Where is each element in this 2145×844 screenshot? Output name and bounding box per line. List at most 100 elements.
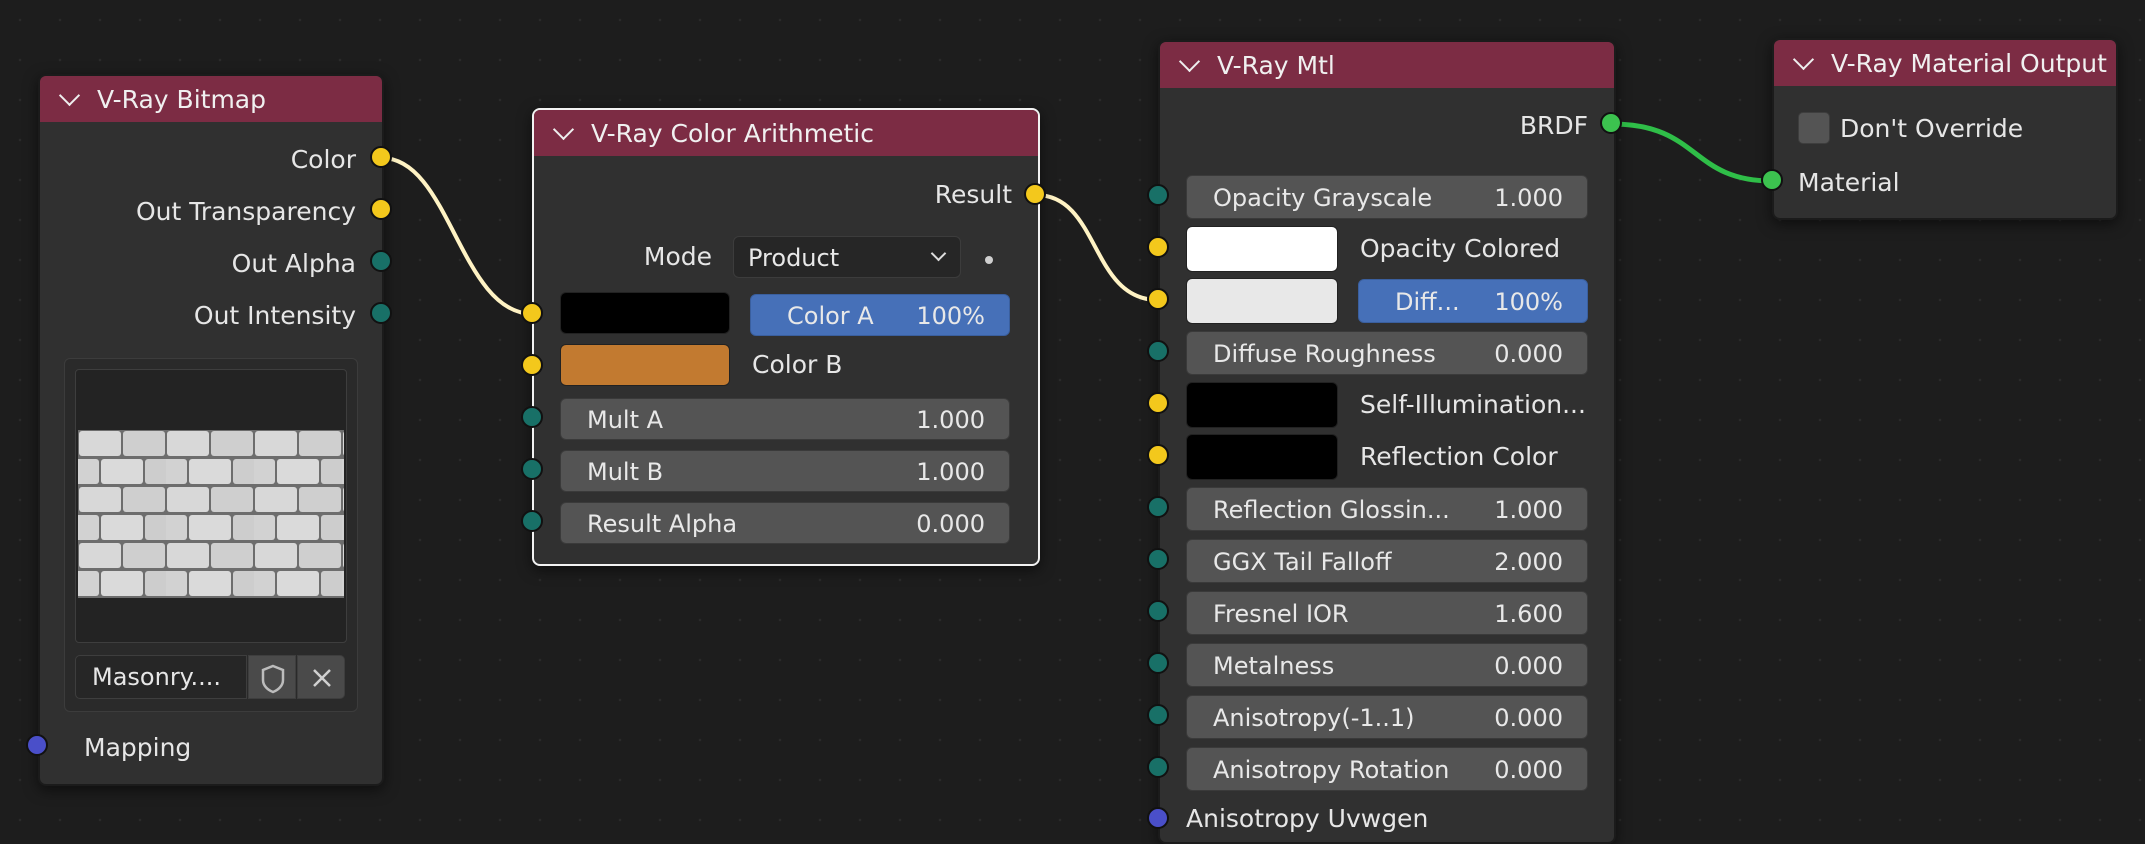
socket-mtl-self-illumination[interactable] bbox=[1147, 392, 1169, 414]
output-intensity-label: Out Intensity bbox=[193, 301, 356, 330]
self-illumination-label: Self-Illumination... bbox=[1360, 390, 1586, 419]
socket-arith-mult-a[interactable] bbox=[521, 406, 543, 428]
anisotropy-rotation-label: Anisotropy Rotation bbox=[1213, 756, 1450, 784]
anisotropy-rotation-field[interactable]: Anisotropy Rotation 0.000 bbox=[1186, 747, 1588, 791]
node-title: V-Ray Color Arithmetic bbox=[591, 118, 874, 148]
dont-override-checkbox[interactable] bbox=[1798, 112, 1830, 144]
color-a-field[interactable]: Color A 100% bbox=[750, 294, 1010, 336]
ggx-tail-falloff-field[interactable]: GGX Tail Falloff 2.000 bbox=[1186, 539, 1588, 583]
collapse-chevron-icon[interactable] bbox=[58, 84, 81, 106]
collapse-chevron-icon[interactable] bbox=[1178, 50, 1201, 72]
input-mapping-label: Mapping bbox=[84, 733, 192, 762]
vray-material-output-node[interactable]: V-Ray Material Output Don't Override Mat… bbox=[1772, 38, 2118, 220]
socket-bitmap-out-transparency[interactable] bbox=[370, 198, 392, 220]
socket-bitmap-out-intensity[interactable] bbox=[370, 302, 392, 324]
diffuse-swatch[interactable] bbox=[1186, 278, 1338, 324]
vray-color-arithmetic-node[interactable]: V-Ray Color Arithmetic Result Mode Produ… bbox=[532, 108, 1040, 566]
reflection-glossiness-value: 1.000 bbox=[1494, 496, 1563, 524]
socket-mtl-reflection-glossiness[interactable] bbox=[1147, 496, 1169, 518]
color-a-value: 100% bbox=[916, 302, 985, 330]
socket-mtl-diffuse-roughness[interactable] bbox=[1147, 340, 1169, 362]
dont-override-label: Don't Override bbox=[1840, 114, 2024, 143]
fresnel-ior-field[interactable]: Fresnel IOR 1.600 bbox=[1186, 591, 1588, 635]
socket-arith-result[interactable] bbox=[1024, 183, 1046, 205]
node-title: V-Ray Mtl bbox=[1217, 50, 1335, 80]
output-result-label: Result bbox=[934, 180, 1012, 209]
vray-mtl-node[interactable]: V-Ray Mtl BRDF Opacity Grayscale 1.000 O… bbox=[1158, 40, 1616, 844]
socket-mtl-opacity-grayscale[interactable] bbox=[1147, 184, 1169, 206]
link-result-to-diffuse bbox=[1035, 193, 1159, 302]
diffuse-label: Diff... bbox=[1395, 288, 1460, 316]
vray-bitmap-node[interactable]: V-Ray Bitmap Color Out Transparency Out … bbox=[38, 74, 384, 786]
socket-mtl-anisotropy[interactable] bbox=[1147, 704, 1169, 726]
anisotropy-field[interactable]: Anisotropy(-1..1) 0.000 bbox=[1186, 695, 1588, 739]
opacity-grayscale-label: Opacity Grayscale bbox=[1213, 184, 1433, 212]
metalness-field[interactable]: Metalness 0.000 bbox=[1186, 643, 1588, 687]
socket-output-material[interactable] bbox=[1761, 169, 1783, 191]
ggx-tail-falloff-label: GGX Tail Falloff bbox=[1213, 548, 1392, 576]
mult-a-label: Mult A bbox=[587, 406, 664, 434]
anisotropy-value: 0.000 bbox=[1494, 704, 1563, 732]
reflection-color-swatch[interactable] bbox=[1186, 434, 1338, 480]
result-alpha-value: 0.000 bbox=[916, 510, 985, 538]
mult-b-value: 1.000 bbox=[916, 458, 985, 486]
diffuse-roughness-label: Diffuse Roughness bbox=[1213, 340, 1436, 368]
node-title: V-Ray Bitmap bbox=[97, 84, 266, 114]
self-illumination-swatch[interactable] bbox=[1186, 382, 1338, 428]
socket-bitmap-color[interactable] bbox=[370, 146, 392, 168]
opacity-colored-swatch[interactable] bbox=[1186, 226, 1338, 272]
socket-mtl-brdf[interactable] bbox=[1600, 112, 1622, 134]
mult-a-value: 1.000 bbox=[916, 406, 985, 434]
mode-dropdown[interactable]: Product bbox=[733, 236, 961, 278]
chevron-down-icon bbox=[930, 245, 947, 262]
output-transparency-label: Out Transparency bbox=[135, 197, 356, 226]
socket-mtl-opacity-colored[interactable] bbox=[1147, 236, 1169, 258]
socket-arith-mult-b[interactable] bbox=[521, 458, 543, 480]
color-b-swatch[interactable] bbox=[560, 344, 730, 386]
socket-mtl-fresnel-ior[interactable] bbox=[1147, 600, 1169, 622]
socket-mtl-reflection-color[interactable] bbox=[1147, 444, 1169, 466]
diffuse-roughness-field[interactable]: Diffuse Roughness 0.000 bbox=[1186, 331, 1588, 375]
fake-user-button[interactable] bbox=[248, 655, 296, 699]
image-preview-panel: Masonry.... bbox=[64, 358, 358, 712]
diffuse-value: 100% bbox=[1494, 288, 1563, 316]
result-alpha-field[interactable]: Result Alpha 0.000 bbox=[560, 502, 1010, 544]
masonry-texture-image bbox=[78, 430, 344, 598]
node-header[interactable]: V-Ray Bitmap bbox=[40, 76, 382, 122]
diffuse-field[interactable]: Diff... 100% bbox=[1358, 279, 1588, 323]
socket-arith-result-alpha[interactable] bbox=[521, 510, 543, 532]
input-material-label: Material bbox=[1798, 168, 1900, 197]
output-color-label: Color bbox=[290, 145, 356, 174]
metalness-label: Metalness bbox=[1213, 652, 1335, 680]
unlink-image-button[interactable] bbox=[297, 655, 345, 699]
color-a-label: Color A bbox=[787, 302, 874, 330]
fresnel-ior-value: 1.600 bbox=[1494, 600, 1563, 628]
socket-arith-color-b[interactable] bbox=[521, 354, 543, 376]
socket-mtl-ggx-tail-falloff[interactable] bbox=[1147, 548, 1169, 570]
socket-arith-color-a[interactable] bbox=[521, 302, 543, 324]
image-name-field[interactable]: Masonry.... bbox=[75, 655, 247, 699]
image-name-label: Masonry.... bbox=[92, 663, 221, 691]
collapse-chevron-icon[interactable] bbox=[552, 118, 575, 140]
reflection-color-label: Reflection Color bbox=[1360, 442, 1558, 471]
socket-mtl-metalness[interactable] bbox=[1147, 652, 1169, 674]
collapse-chevron-icon[interactable] bbox=[1792, 48, 1815, 70]
socket-bitmap-out-alpha[interactable] bbox=[370, 250, 392, 272]
node-header[interactable]: V-Ray Color Arithmetic bbox=[534, 110, 1038, 156]
node-header[interactable]: V-Ray Mtl bbox=[1160, 42, 1614, 88]
node-title: V-Ray Material Output bbox=[1831, 48, 2107, 78]
socket-mtl-anisotropy-uvwgen[interactable] bbox=[1147, 807, 1169, 829]
mult-a-field[interactable]: Mult A 1.000 bbox=[560, 398, 1010, 440]
color-a-swatch[interactable] bbox=[560, 292, 730, 334]
opacity-grayscale-field[interactable]: Opacity Grayscale 1.000 bbox=[1186, 175, 1588, 219]
socket-bitmap-mapping[interactable] bbox=[26, 734, 48, 756]
output-brdf-label: BRDF bbox=[1519, 111, 1588, 140]
socket-mtl-anisotropy-rotation[interactable] bbox=[1147, 756, 1169, 778]
mult-b-field[interactable]: Mult B 1.000 bbox=[560, 450, 1010, 492]
texture-thumbnail[interactable] bbox=[75, 369, 347, 643]
node-header[interactable]: V-Ray Material Output bbox=[1774, 40, 2116, 86]
diffuse-roughness-value: 0.000 bbox=[1494, 340, 1563, 368]
reflection-glossiness-field[interactable]: Reflection Glossin... 1.000 bbox=[1186, 487, 1588, 531]
result-alpha-label: Result Alpha bbox=[587, 510, 738, 538]
socket-mtl-diffuse[interactable] bbox=[1147, 288, 1169, 310]
